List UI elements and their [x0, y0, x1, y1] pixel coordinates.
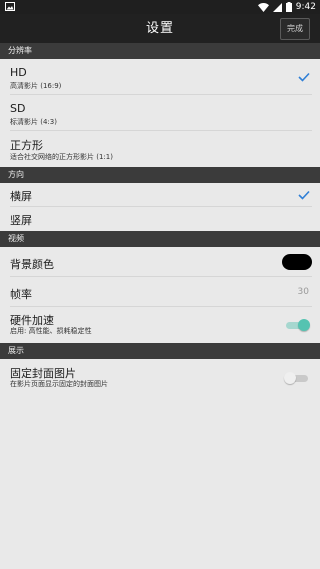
wifi-icon	[257, 2, 269, 12]
option-subtitle: 适合社交网络的正方形影片 (1:1)	[10, 153, 113, 161]
status-time: 9:42	[295, 2, 316, 12]
section-header-video: 视频	[0, 231, 320, 247]
done-button[interactable]: 完成	[280, 18, 310, 40]
option-subtitle: 标清影片 (4:3)	[10, 118, 57, 126]
resolution-option-hd[interactable]: HD 高清影片 (16:9)	[0, 59, 320, 95]
battery-icon	[285, 2, 292, 12]
setting-title: 背景颜色	[10, 258, 54, 271]
section-header-display: 展示	[0, 343, 320, 359]
checkmark-icon	[298, 190, 310, 200]
option-title: SD	[10, 102, 26, 115]
option-subtitle: 高清影片 (16:9)	[10, 82, 62, 90]
section-header-resolution: 分辨率	[0, 43, 320, 59]
option-title: 横屏	[10, 190, 32, 203]
setting-subtitle: 在影片页面显示固定的封面图片	[10, 380, 108, 388]
status-bar: 9:42	[0, 0, 320, 14]
page-title: 设置	[145, 21, 174, 36]
option-title: 正方形	[10, 139, 43, 152]
hardware-acceleration-toggle[interactable]	[286, 319, 310, 331]
fixed-cover-setting[interactable]: 固定封面图片 在影片页面显示固定的封面图片	[0, 359, 320, 395]
color-swatch[interactable]	[282, 254, 312, 270]
option-title: HD	[10, 66, 27, 79]
hardware-acceleration-setting[interactable]: 硬件加速 启用: 高性能、损耗稳定性	[0, 307, 320, 343]
option-title: 竖屏	[10, 214, 32, 227]
action-bar: 设置 完成	[0, 14, 320, 43]
background-color-setting[interactable]: 背景颜色	[0, 247, 320, 277]
resolution-option-sd[interactable]: SD 标清影片 (4:3)	[0, 95, 320, 131]
setting-title: 帧率	[10, 288, 32, 301]
signal-icon	[272, 2, 282, 12]
resolution-option-square[interactable]: 正方形 适合社交网络的正方形影片 (1:1)	[0, 131, 320, 167]
toggle-thumb	[284, 372, 296, 384]
setting-subtitle: 启用: 高性能、损耗稳定性	[10, 327, 92, 335]
checkmark-icon	[298, 72, 310, 82]
section-header-orientation: 方向	[0, 167, 320, 183]
fixed-cover-toggle[interactable]	[284, 372, 308, 384]
image-icon	[5, 2, 15, 11]
orientation-option-landscape[interactable]: 横屏	[0, 183, 320, 207]
toggle-thumb	[298, 319, 310, 331]
frame-rate-setting[interactable]: 帧率 30	[0, 277, 320, 307]
frame-rate-value: 30	[297, 287, 309, 297]
orientation-option-portrait[interactable]: 竖屏	[0, 207, 320, 231]
